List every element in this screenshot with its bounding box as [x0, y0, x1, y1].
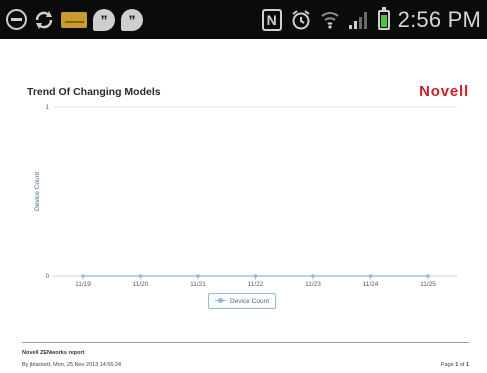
- system-icons: N 2:56 PM: [261, 5, 481, 34]
- data-point: [196, 274, 200, 278]
- data-point: [426, 274, 430, 278]
- page-current: 1: [455, 362, 459, 368]
- mail-icon: [61, 11, 87, 28]
- x-tick-label: 11/21: [190, 281, 206, 288]
- x-tick-label: 11/20: [133, 281, 149, 288]
- y-tick-label: 1: [46, 105, 50, 111]
- sync-icon: [33, 9, 55, 31]
- notification-icons: ” ”: [6, 7, 143, 32]
- x-tick-label: 11/22: [248, 281, 264, 288]
- clock-time: 2:56 PM: [397, 6, 481, 32]
- x-tick-label: 11/19: [75, 281, 91, 288]
- footer-page-number: Page 1 of 1: [441, 362, 469, 368]
- data-point: [253, 274, 258, 278]
- alarm-icon: [290, 9, 312, 31]
- legend-label: Device Count: [230, 297, 270, 305]
- chart-legend[interactable]: Device Count: [208, 293, 277, 309]
- trend-chart: 0 1 Device Count 11/19 11/20 11/21 11/22 11/23 1…: [34, 105, 457, 288]
- hangouts-icon: ”: [93, 8, 115, 31]
- footer-divider: [22, 342, 469, 343]
- page-label: Page: [440, 362, 454, 368]
- data-point: [311, 274, 315, 278]
- report-title: Trend Of Changing Models: [27, 86, 161, 98]
- x-tick-label: 11/23: [305, 281, 321, 288]
- y-tick-label: 0: [46, 274, 50, 280]
- page-of: of: [459, 362, 465, 368]
- x-tick-label: 11/25: [420, 281, 436, 288]
- novell-logo: Novell: [419, 83, 469, 100]
- battery-level: [380, 14, 387, 27]
- y-axis-title: Device Count: [34, 172, 41, 211]
- legend-line-marker-icon: [215, 298, 226, 304]
- status-bar: ” ” N 2:56 PM: [0, 0, 487, 39]
- data-point: [138, 274, 143, 278]
- nfc-icon: N: [261, 8, 282, 31]
- data-point: [368, 274, 373, 278]
- data-point: [81, 274, 85, 278]
- battery-icon: [377, 6, 390, 30]
- signal-icon: [348, 10, 370, 30]
- page-total: 1: [465, 362, 469, 368]
- x-tick-label: 11/24: [363, 281, 379, 288]
- hangouts-icon: ”: [121, 8, 143, 31]
- footer-generated-by: By jblackett, Mon, 25 Nov 2013 14:56:24: [22, 362, 122, 368]
- footer-report-name: Novell ZENworks report: [22, 350, 85, 356]
- wifi-icon: [320, 10, 340, 30]
- minus-circle-icon: [6, 9, 27, 30]
